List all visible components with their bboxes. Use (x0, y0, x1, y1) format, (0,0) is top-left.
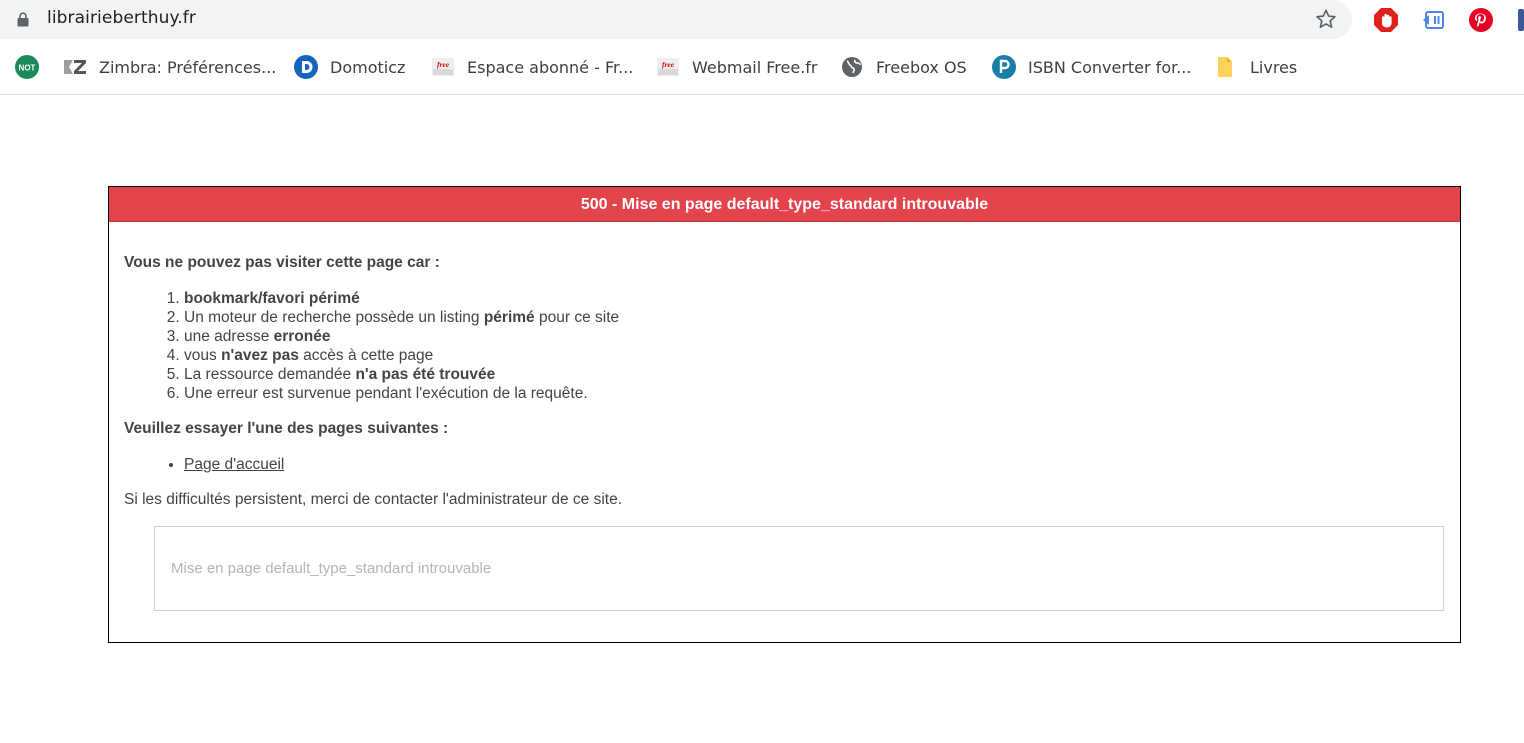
svg-text:free: free (662, 60, 675, 69)
reasons-list: bookmark/favori périmé Un moteur de reche… (184, 289, 619, 403)
bookmark-label: Espace abonné - Fr... (467, 57, 634, 77)
pinterest-icon[interactable] (1468, 7, 1494, 33)
bookmarks-bar: NOT Zimbra: Préférences... Domoticz free… (0, 40, 1524, 95)
reason-text: Une erreur est survenue pendant l'exécut… (184, 385, 588, 402)
arrow-extension-icon[interactable] (1421, 7, 1447, 33)
reason-emphasis: bookmark/favori périmé (184, 290, 360, 307)
free-icon: free (657, 58, 679, 76)
folder-icon (1218, 57, 1232, 77)
domoticz-icon (294, 55, 318, 79)
bookmark-label: Domoticz (330, 57, 406, 77)
error-panel: 500 - Mise en page default_type_standard… (108, 186, 1461, 643)
bookmark-webmail-free[interactable]: free Webmail Free.fr (656, 54, 818, 80)
globe-icon (842, 57, 862, 77)
reason-item: Un moteur de recherche possède un listin… (184, 308, 619, 327)
bookmark-label: Livres (1250, 57, 1298, 77)
bookmark-espace-abonne[interactable]: free Espace abonné - Fr... (431, 54, 633, 80)
extension-icon[interactable] (1518, 9, 1524, 31)
persist-message: Si les difficultés persistent, merci de … (124, 491, 623, 508)
bookmark-freebox-os[interactable]: Freebox OS (840, 54, 967, 80)
bookmark-isbn-converter[interactable]: ISBN Converter for... (992, 54, 1191, 80)
home-link[interactable]: Page d'accueil (184, 456, 284, 473)
bookmark-star-icon[interactable] (1315, 8, 1337, 30)
cannot-visit-heading: Vous ne pouvez pas visiter cette page ca… (124, 254, 440, 271)
error-detail-text: Mise en page default_type_standard intro… (171, 560, 492, 577)
reason-item: La ressource demandée n'a pas été trouvé… (184, 365, 619, 384)
reason-emphasis: périmé (483, 309, 535, 326)
isbn-p-icon (992, 55, 1016, 79)
reason-item: bookmark/favori périmé (184, 289, 619, 308)
svg-text:free: free (437, 60, 450, 69)
not-badge-icon: NOT (15, 55, 39, 79)
reason-text: accès à cette page (298, 347, 434, 364)
free-icon: free (432, 58, 454, 76)
list-item: Page d'accueil (184, 455, 284, 474)
browser-toolbar: librairieberthuy.fr (0, 0, 1524, 40)
bookmark-label: ISBN Converter for... (1028, 57, 1192, 77)
address-bar[interactable]: librairieberthuy.fr (0, 0, 1352, 39)
reason-item: une adresse erronée (184, 327, 619, 346)
reason-text: La ressource demandée (184, 366, 356, 383)
reason-item: vous n'avez pas accès à cette page (184, 346, 619, 365)
try-pages-heading: Veuillez essayer l'une des pages suivant… (124, 420, 449, 437)
url-text[interactable]: librairieberthuy.fr (47, 8, 196, 28)
lock-icon[interactable] (17, 12, 29, 27)
stop-sign-icon[interactable] (1373, 7, 1399, 33)
bookmark-not[interactable]: NOT (15, 54, 51, 80)
reason-item: Une erreur est survenue pendant l'exécut… (184, 384, 619, 403)
error-detail-box: Mise en page default_type_standard intro… (154, 526, 1444, 611)
reason-emphasis: erronée (273, 328, 331, 345)
reason-text: pour ce site (534, 309, 620, 326)
reason-emphasis: n'a pas été trouvée (355, 366, 496, 383)
bookmark-folder-livres[interactable]: Livres (1214, 54, 1297, 80)
reason-text: vous (184, 347, 222, 364)
bookmark-zimbra[interactable]: Zimbra: Préférences... (63, 54, 276, 80)
reason-text: Un moteur de recherche possède un listin… (184, 309, 484, 326)
error-title: 500 - Mise en page default_type_standard… (109, 187, 1460, 222)
bookmark-label: Zimbra: Préférences... (99, 57, 277, 77)
bookmark-domoticz[interactable]: Domoticz (294, 54, 405, 80)
reason-emphasis: n'avez pas (221, 347, 299, 364)
svg-text:NOT: NOT (19, 64, 36, 73)
zimbra-icon (64, 60, 86, 74)
reason-text: une adresse (184, 328, 274, 345)
bookmark-label: Webmail Free.fr (692, 57, 818, 77)
bookmark-label: Freebox OS (876, 57, 967, 77)
suggested-pages-list: Page d'accueil (184, 455, 284, 474)
